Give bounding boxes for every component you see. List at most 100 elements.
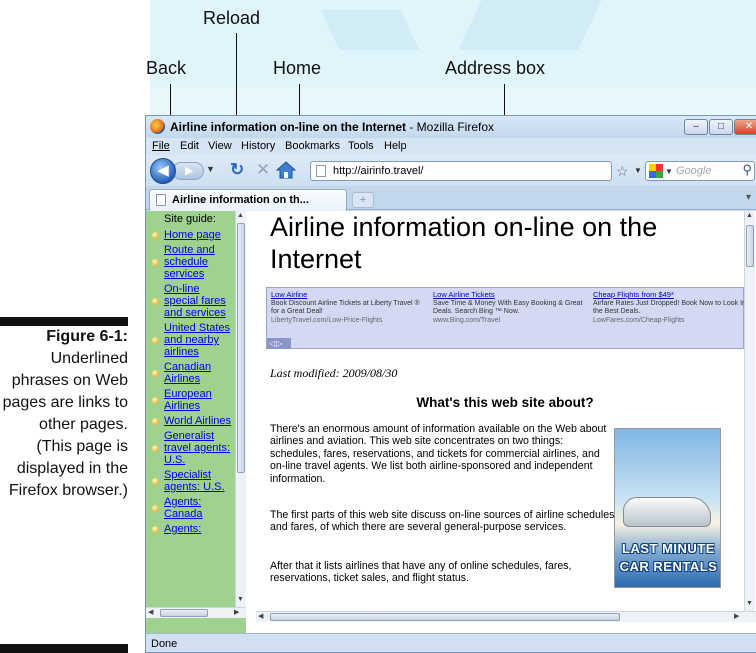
page-icon <box>156 194 166 206</box>
site-guide-link[interactable]: Home page <box>164 229 221 241</box>
site-guide-item[interactable]: Canadian Airlines <box>150 361 235 385</box>
ad-title[interactable]: Cheap Flights from $49* <box>593 290 744 300</box>
history-dropdown-icon[interactable]: ▼ <box>206 164 215 174</box>
stop-icon[interactable]: ✕ <box>256 160 270 180</box>
menu-history[interactable]: History <box>241 140 275 152</box>
tab-label: Airline information on th... <box>172 194 309 206</box>
bullet-icon <box>152 418 159 425</box>
tab-bar: Airline information on th... + ▾ <box>146 186 756 211</box>
site-guide-item[interactable]: World Airlines <box>150 415 235 427</box>
main-vertical-scrollbar[interactable]: ▲ ▼ <box>744 211 755 611</box>
site-guide-link[interactable]: Generalist travel agents: U.S. <box>164 430 230 466</box>
car-rental-ad-image[interactable]: LAST MINUTE CAR RENTALS <box>614 428 721 588</box>
maximize-button[interactable]: □ <box>709 119 733 135</box>
site-guide-link[interactable]: Agents: <box>164 523 201 535</box>
site-guide-link[interactable]: Canadian Airlines <box>164 361 211 385</box>
site-guide-item[interactable]: Home page <box>150 229 235 241</box>
site-guide-item[interactable]: Agents: <box>150 523 235 535</box>
scroll-down-icon[interactable]: ▼ <box>746 600 753 607</box>
left-frame-vertical-scrollbar[interactable]: ▲ ▼ <box>235 211 246 607</box>
site-guide-frame: Site guide: Home page Route and schedule… <box>146 211 246 633</box>
scroll-left-icon[interactable]: ◀ <box>148 608 153 616</box>
bullet-icon <box>152 445 159 452</box>
menu-edit[interactable]: Edit <box>180 140 199 152</box>
ad-title[interactable]: Low Airline Tickets <box>433 290 588 300</box>
home-icon[interactable] <box>275 160 298 182</box>
site-guide-link[interactable]: Route and schedule services <box>164 244 215 280</box>
paragraph: There's an enormous amount of informatio… <box>270 423 607 485</box>
ad-url: www.Bing.com/Travel <box>433 316 501 324</box>
ad-body: Book Discount Airline Tickets at Liberty… <box>271 299 420 316</box>
bullet-icon <box>152 478 159 485</box>
scroll-up-icon[interactable]: ▲ <box>237 212 244 219</box>
chevron-down-icon[interactable]: ▼ <box>665 167 673 176</box>
site-guide-link[interactable]: Specialist agents: U.S. <box>164 469 225 493</box>
page-content: Site guide: Home page Route and schedule… <box>146 211 756 633</box>
site-guide-item[interactable]: European Airlines <box>150 388 235 412</box>
callout-reload: Reload <box>203 8 261 28</box>
scroll-down-icon[interactable]: ▼ <box>237 596 244 603</box>
ad-item[interactable]: Low Airline Book Discount Airline Ticket… <box>271 290 426 325</box>
menu-tools[interactable]: Tools <box>348 140 374 152</box>
site-guide-link[interactable]: Agents: Canada <box>164 496 203 520</box>
site-guide-link[interactable]: On-line special fares and services <box>164 283 226 319</box>
bullet-icon <box>152 526 159 533</box>
new-tab-button[interactable]: + <box>352 192 374 208</box>
site-guide-link[interactable]: United States and nearby airlines <box>164 322 230 358</box>
tab-airline-information[interactable]: Airline information on th... <box>149 189 347 211</box>
scroll-right-icon[interactable]: ▶ <box>234 608 239 616</box>
ad-url: LowFares.com/Cheap-Flights <box>593 316 685 324</box>
search-placeholder[interactable]: Google <box>676 165 711 177</box>
site-guide-item[interactable]: On-line special fares and services <box>150 283 235 319</box>
menu-bookmarks[interactable]: Bookmarks <box>285 140 340 152</box>
tab-scroll-icon[interactable]: ▾ <box>746 192 751 203</box>
scroll-right-icon[interactable]: ▶ <box>734 612 739 620</box>
search-box[interactable]: ▼ Google ⚲ <box>645 161 755 181</box>
left-frame-horizontal-scrollbar[interactable]: ◀ ▶ <box>146 607 246 618</box>
menu-view[interactable]: View <box>208 140 232 152</box>
site-guide-item[interactable]: Specialist agents: U.S. <box>150 469 235 493</box>
menu-file[interactable]: File <box>152 140 170 152</box>
address-url[interactable]: http://airinfo.travel/ <box>333 165 424 177</box>
navigation-toolbar: ▶ ◀ ▼ ↻ ✕ http://airinfo.travel/ ☆ ▼ ▼ G… <box>146 155 756 186</box>
address-box[interactable]: http://airinfo.travel/ <box>310 161 612 181</box>
site-guide-item[interactable]: Route and schedule services <box>150 244 235 280</box>
section-heading: What's this web site about? <box>416 395 594 410</box>
scroll-thumb[interactable] <box>270 613 620 621</box>
ad-nav-arrows[interactable]: ◁▷ <box>267 338 291 349</box>
firefox-logo-icon <box>150 119 165 134</box>
main-horizontal-scrollbar[interactable]: ◀ ▶ <box>256 611 756 622</box>
search-icon[interactable]: ⚲ <box>742 162 752 178</box>
minimize-button[interactable]: – <box>684 119 708 135</box>
forward-button[interactable]: ▶ <box>172 162 204 180</box>
bullet-icon <box>152 232 159 239</box>
ad-item[interactable]: Low Airline Tickets Save Time & Money Wi… <box>433 290 588 325</box>
callout-home: Home <box>273 58 322 78</box>
site-guide-link[interactable]: European Airlines <box>164 388 212 412</box>
close-button[interactable]: ✕ <box>734 119 756 135</box>
scroll-thumb[interactable] <box>746 225 754 267</box>
back-button[interactable]: ◀ <box>150 158 176 184</box>
bullet-icon <box>152 505 159 512</box>
ad-item[interactable]: Cheap Flights from $49* Airfare Rates Ju… <box>593 290 744 325</box>
search-engine-icon[interactable] <box>649 164 663 178</box>
site-guide-item[interactable]: Generalist travel agents: U.S. <box>150 430 235 466</box>
menu-bar: File Edit View History Bookmarks Tools H… <box>146 138 756 155</box>
site-guide-link[interactable]: World Airlines <box>164 415 231 427</box>
reload-icon[interactable]: ↻ <box>230 160 244 180</box>
scroll-thumb[interactable] <box>160 609 208 617</box>
scroll-thumb[interactable] <box>237 223 245 473</box>
browser-window: Airline information on-line on the Inter… <box>145 115 756 653</box>
home-icon-graphic <box>275 161 297 179</box>
chevron-down-icon[interactable]: ▼ <box>634 166 642 175</box>
figure-caption: Figure 6-1: Underlined phrases on Web pa… <box>0 326 128 502</box>
site-guide-item[interactable]: United States and nearby airlines <box>150 322 235 358</box>
scroll-up-icon[interactable]: ▲ <box>746 212 753 219</box>
menu-help[interactable]: Help <box>384 140 407 152</box>
bullet-icon <box>152 370 159 377</box>
scroll-left-icon[interactable]: ◀ <box>258 612 263 620</box>
callout-address-box: Address box <box>445 58 546 78</box>
bookmark-star-icon[interactable]: ☆ <box>616 163 629 180</box>
site-guide-item[interactable]: Agents: Canada <box>150 496 235 520</box>
ad-title[interactable]: Low Airline <box>271 290 426 300</box>
